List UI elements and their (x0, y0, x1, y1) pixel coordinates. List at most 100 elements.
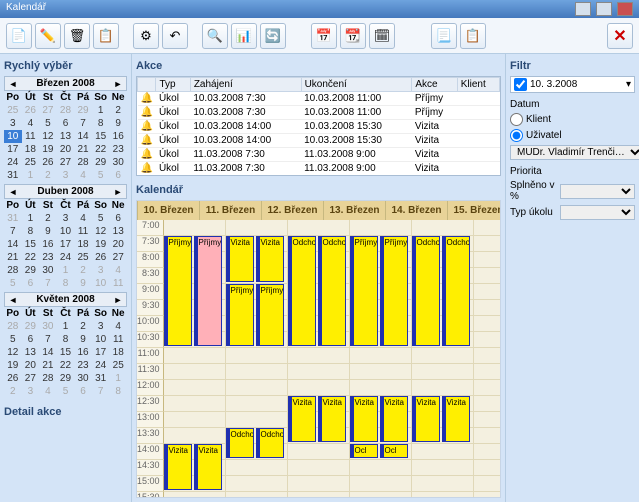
day-cell[interactable]: 30 (39, 320, 57, 333)
calendar-event[interactable]: Příjmy (350, 236, 378, 346)
calendar-event[interactable]: Vizita (194, 444, 222, 490)
calendar-event[interactable]: Příjmy (194, 236, 222, 346)
day-cell[interactable]: 6 (22, 333, 40, 346)
day-cell[interactable]: 28 (57, 104, 75, 117)
day-cell[interactable]: 31 (4, 169, 22, 182)
calendar-event[interactable]: Ocl (350, 444, 378, 458)
cal-day-header[interactable]: 13. Březen (324, 201, 386, 220)
day-cell[interactable]: 12 (92, 225, 110, 238)
calendar-event[interactable]: Vizita (256, 236, 284, 282)
filter-button[interactable]: 📊 (231, 23, 257, 49)
prev-month[interactable]: ◄ (7, 187, 19, 197)
calendar-icon[interactable]: ▾ (626, 79, 631, 90)
day-cell[interactable]: 28 (74, 156, 92, 169)
day-cell[interactable]: 19 (4, 359, 22, 372)
day-cell[interactable]: 6 (74, 385, 92, 398)
view-week-button[interactable]: 📆 (340, 23, 366, 49)
maximize-button[interactable] (596, 2, 612, 16)
delete-button[interactable]: 🗑 (64, 23, 90, 49)
day-cell[interactable]: 12 (4, 346, 22, 359)
close-red-button[interactable]: ✕ (607, 23, 633, 49)
day-cell[interactable]: 13 (109, 225, 127, 238)
day-cell[interactable]: 10 (92, 333, 110, 346)
day-cell[interactable]: 10 (4, 130, 22, 143)
calendar-event[interactable]: Odcho (226, 428, 254, 458)
next-month[interactable]: ► (112, 295, 124, 305)
day-cell[interactable]: 22 (22, 251, 40, 264)
day-cell[interactable]: 2 (109, 104, 127, 117)
filter-uzivatel-select[interactable]: MUDr. Vladimír Trenči… (510, 145, 639, 160)
akce-row[interactable]: 🔔Úkol10.03.2008 14:0010.03.2008 15:30Viz… (138, 134, 500, 148)
akce-col[interactable]: Typ (156, 78, 190, 92)
day-cell[interactable]: 1 (22, 212, 40, 225)
day-cell[interactable]: 18 (22, 143, 40, 156)
day-cell[interactable]: 5 (92, 212, 110, 225)
calendar-event[interactable]: Vizita (164, 444, 192, 490)
day-cell[interactable]: 1 (57, 320, 75, 333)
day-cell[interactable]: 7 (92, 385, 110, 398)
day-cell[interactable]: 29 (22, 320, 40, 333)
day-cell[interactable]: 14 (39, 346, 57, 359)
day-cell[interactable]: 29 (74, 104, 92, 117)
day-cell[interactable]: 3 (4, 117, 22, 130)
export-button[interactable]: 📃 (431, 23, 457, 49)
day-cell[interactable]: 2 (74, 320, 92, 333)
day-cell[interactable]: 3 (22, 385, 40, 398)
minimize-button[interactable] (575, 2, 591, 16)
day-cell[interactable]: 6 (22, 277, 40, 290)
calendar-event[interactable]: Vizita (288, 396, 316, 442)
day-cell[interactable]: 11 (109, 333, 127, 346)
day-cell[interactable]: 29 (22, 264, 40, 277)
calendar-event[interactable]: Vizita (412, 396, 440, 442)
day-cell[interactable]: 26 (92, 251, 110, 264)
calendar-event[interactable]: Vizita (442, 396, 470, 442)
akce-col[interactable]: Klient (457, 78, 499, 92)
day-cell[interactable]: 1 (57, 264, 75, 277)
akce-row[interactable]: 🔔Úkol10.03.2008 7:3010.03.2008 11:00Příj… (138, 106, 500, 120)
day-cell[interactable]: 3 (57, 212, 75, 225)
day-cell[interactable]: 1 (22, 169, 40, 182)
day-cell[interactable]: 21 (4, 251, 22, 264)
day-cell[interactable]: 1 (109, 372, 127, 385)
day-cell[interactable]: 3 (92, 320, 110, 333)
day-cell[interactable]: 23 (109, 143, 127, 156)
search-button[interactable]: 🔍 (202, 23, 228, 49)
akce-col[interactable]: Akce (412, 78, 457, 92)
day-cell[interactable]: 5 (4, 277, 22, 290)
day-cell[interactable]: 5 (4, 333, 22, 346)
day-cell[interactable]: 9 (74, 277, 92, 290)
new-button[interactable]: 📄 (6, 23, 32, 49)
day-cell[interactable]: 7 (39, 277, 57, 290)
cal-day-header[interactable]: 11. Březen (200, 201, 262, 220)
day-cell[interactable]: 15 (22, 238, 40, 251)
calendar-event[interactable]: Ocl (380, 444, 408, 458)
day-cell[interactable]: 4 (39, 385, 57, 398)
day-cell[interactable]: 19 (39, 143, 57, 156)
day-cell[interactable]: 30 (74, 372, 92, 385)
day-cell[interactable]: 6 (109, 169, 127, 182)
day-cell[interactable]: 30 (109, 156, 127, 169)
filter-klient-radio[interactable] (510, 113, 523, 126)
akce-col[interactable]: Ukončení (301, 78, 412, 92)
next-month[interactable]: ► (112, 187, 124, 197)
akce-row[interactable]: 🔔Úkol10.03.2008 7:3010.03.2008 11:00Příj… (138, 92, 500, 106)
day-cell[interactable]: 5 (57, 385, 75, 398)
day-cell[interactable]: 12 (39, 130, 57, 143)
day-column[interactable]: OdchoOdchoVizitaVizita (288, 220, 350, 498)
day-cell[interactable]: 27 (22, 372, 40, 385)
day-cell[interactable]: 25 (22, 156, 40, 169)
day-cell[interactable]: 25 (74, 251, 92, 264)
day-cell[interactable]: 5 (92, 169, 110, 182)
akce-table[interactable]: TypZahájeníUkončeníAkceKlient🔔Úkol10.03.… (136, 76, 501, 176)
day-cell[interactable]: 27 (57, 156, 75, 169)
day-cell[interactable]: 4 (74, 212, 92, 225)
day-cell[interactable]: 9 (74, 333, 92, 346)
day-cell[interactable]: 21 (74, 143, 92, 156)
filter-typ-select[interactable] (560, 205, 635, 220)
day-cell[interactable]: 25 (109, 359, 127, 372)
day-column[interactable]: VizitaVizitaPříjmyPříjmyOdchoOdcho (226, 220, 288, 498)
day-cell[interactable]: 28 (4, 264, 22, 277)
day-cell[interactable]: 13 (57, 130, 75, 143)
day-cell[interactable]: 29 (92, 156, 110, 169)
calendar-event[interactable]: Odcho (318, 236, 346, 346)
